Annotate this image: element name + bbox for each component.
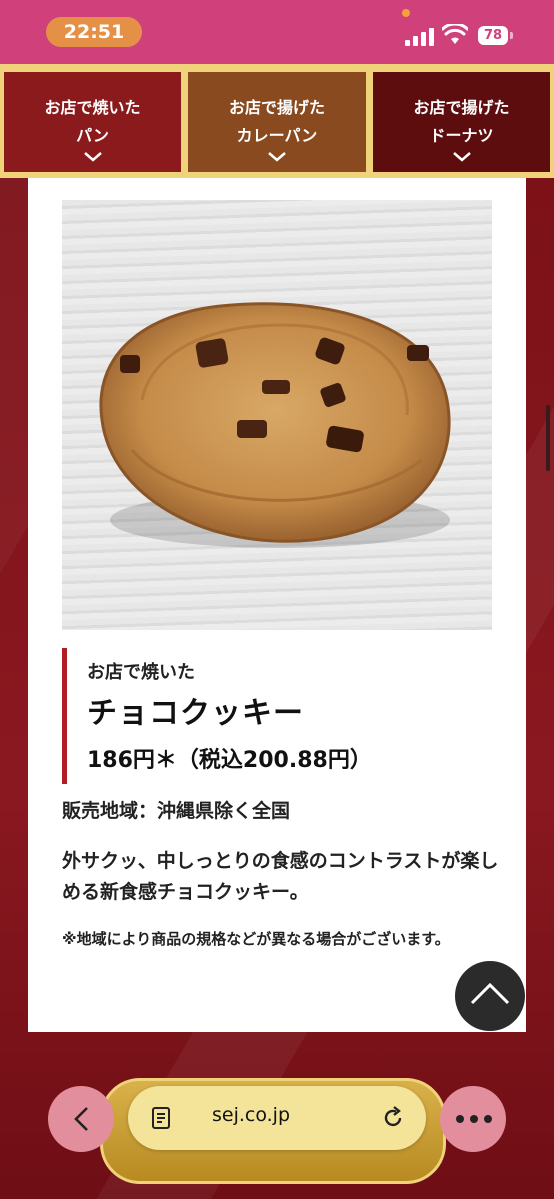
- category-label-line2: カレーパン: [236, 126, 318, 145]
- category-label-line1: お店で揚げた: [228, 98, 325, 117]
- scroll-to-top-button[interactable]: [455, 961, 525, 1031]
- category-label-line1: お店で揚げた: [413, 98, 510, 117]
- category-tab-donuts[interactable]: お店で揚げた ドーナツ: [373, 72, 550, 172]
- status-bar: 22:51 78: [0, 0, 554, 64]
- product-card: お店で焼いた チョコクッキー 186円＊（税込200.88円） 販売地域：沖縄県…: [28, 178, 526, 1032]
- product-note: ※地域により商品の規格などが異なる場合がございます。: [62, 930, 450, 948]
- chevron-down-icon: [452, 152, 471, 162]
- more-icon: [456, 1115, 492, 1123]
- product-description: 外サクッ、中しっとりの食感のコントラストが楽しめる新食感チョコクッキー。: [62, 850, 499, 903]
- privacy-indicator-dot: [402, 9, 410, 17]
- address-bar[interactable]: sej.co.jp: [128, 1086, 426, 1150]
- chevron-down-icon: [268, 152, 286, 162]
- cookie-image: [99, 302, 451, 548]
- category-tab-curry-bread[interactable]: お店で揚げた カレーパン: [188, 72, 366, 172]
- browser-back-button[interactable]: [48, 1086, 114, 1152]
- product-title-block: お店で焼いた チョコクッキー 186円＊（税込200.88円）: [62, 648, 502, 784]
- category-label-line1: お店で焼いた: [44, 98, 141, 117]
- category-label-line2: ドーナツ: [429, 126, 494, 145]
- cellular-signal-icon: [405, 28, 435, 46]
- browser-more-button[interactable]: [440, 1086, 506, 1152]
- battery-cap: [510, 32, 513, 39]
- product-name: チョコクッキー: [87, 696, 304, 731]
- chevron-left-icon: [74, 1107, 88, 1131]
- category-label-line2: パン: [76, 126, 109, 145]
- reader-mode-icon: [152, 1107, 170, 1129]
- clock: 22:51: [46, 17, 142, 47]
- product-subtitle: お店で焼いた: [87, 662, 195, 683]
- wifi-icon: [442, 24, 468, 44]
- reload-icon[interactable]: [380, 1105, 406, 1131]
- sales-region: 販売地域：沖縄県除く全国: [62, 800, 291, 822]
- product-price: 186円＊（税込200.88円）: [87, 748, 372, 773]
- battery-icon: 78: [478, 26, 508, 45]
- scrollbar[interactable]: [546, 405, 550, 471]
- category-nav: お店で焼いた パン お店で揚げた カレーパン お店で揚げた ドーナツ: [0, 64, 554, 178]
- chevron-down-icon: [83, 152, 102, 162]
- category-tab-bread[interactable]: お店で焼いた パン: [4, 72, 181, 172]
- chevron-up-icon: [470, 982, 510, 1005]
- product-photo: [62, 200, 492, 630]
- url-domain: sej.co.jp: [212, 1104, 291, 1126]
